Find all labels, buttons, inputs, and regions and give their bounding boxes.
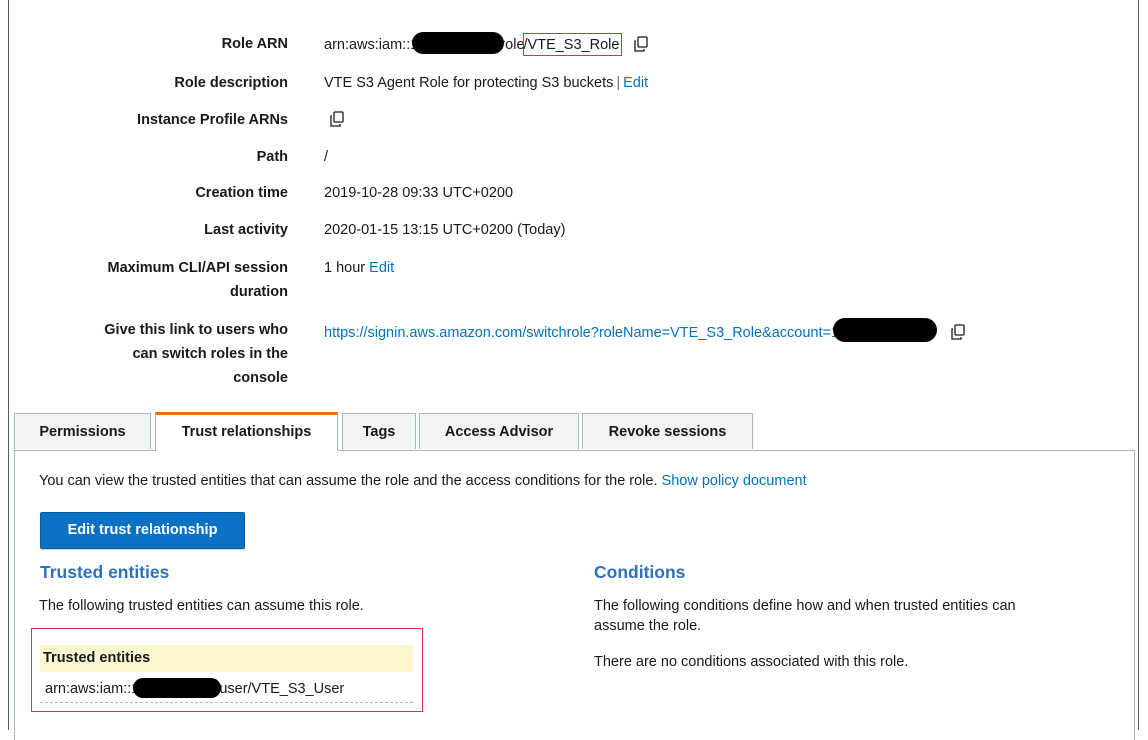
role-summary: Role ARN arn:aws:iam::1 :role/VTE_S3_Role… <box>0 0 1148 400</box>
instance-profile-value <box>324 108 346 132</box>
switch-role-value: https://signin.aws.amazon.com/switchrole… <box>324 318 967 345</box>
table-row: arn:aws:iam::1 :user/VTE_S3_User <box>40 676 413 703</box>
conditions-description-line1: The following conditions define how and … <box>594 598 1016 614</box>
trusted-entity-suffix: :user/VTE_S3_User <box>215 681 345 697</box>
copy-icon[interactable] <box>328 110 346 128</box>
role-arn-mid: :role <box>496 37 525 53</box>
separator: | <box>616 75 621 91</box>
trusted-entities-heading: Trusted entities <box>40 562 170 582</box>
conditions-none-text: There are no conditions associated with … <box>594 654 909 670</box>
max-session-duration: 1 hour <box>324 260 366 276</box>
path-label: Path <box>256 149 288 165</box>
trust-intro-text: You can view the trusted entities that c… <box>39 473 658 489</box>
path-value: / <box>324 149 329 165</box>
role-arn-prefix: arn:aws:iam::1 <box>324 37 419 53</box>
conditions-heading: Conditions <box>594 562 686 582</box>
edit-description-link[interactable]: Edit <box>623 75 648 91</box>
role-description-text: VTE S3 Agent Role for protecting S3 buck… <box>324 75 614 91</box>
creation-time-label: Creation time <box>195 185 288 201</box>
trusted-entities-description: The following trusted entities can assum… <box>39 598 364 614</box>
edit-trust-relationship-button[interactable]: Edit trust relationship <box>40 512 245 549</box>
tab-revoke-sessions[interactable]: Revoke sessions <box>582 413 753 449</box>
max-session-label-line2: duration <box>230 284 288 300</box>
instance-profile-label: Instance Profile ARNs <box>137 112 288 128</box>
role-description-value: VTE S3 Agent Role for protecting S3 buck… <box>324 71 648 95</box>
edit-session-link[interactable]: Edit <box>369 260 394 276</box>
last-activity-label: Last activity <box>204 222 288 238</box>
redaction-mark <box>833 318 938 342</box>
creation-time-value: 2019-10-28 09:33 UTC+0200 <box>324 185 514 201</box>
switch-role-label-line1: Give this link to users who <box>104 322 288 338</box>
trust-intro: You can view the trusted entities that c… <box>39 471 807 491</box>
role-arn-name: /VTE_S3_Role <box>523 37 620 53</box>
conditions-description-line2: assume the role. <box>594 618 702 634</box>
tab-access-advisor[interactable]: Access Advisor <box>419 413 579 449</box>
switch-role-label: Give this link to users who can switch r… <box>28 318 288 390</box>
max-session-value: 1 hour Edit <box>324 256 394 280</box>
switch-role-label-line3: console <box>233 370 288 386</box>
role-description-label: Role description <box>174 75 288 91</box>
redaction-mark <box>412 32 505 54</box>
role-arn-label: Role ARN <box>221 36 288 52</box>
role-arn-value: arn:aws:iam::1 :role/VTE_S3_Role <box>324 32 650 57</box>
redaction-mark <box>133 678 222 698</box>
trusted-entities-table-header: Trusted entities <box>40 645 413 672</box>
copy-icon[interactable] <box>632 35 650 53</box>
switch-role-link[interactable]: https://signin.aws.amazon.com/switchrole… <box>324 325 839 341</box>
tab-tags[interactable]: Tags <box>342 413 416 449</box>
last-activity-value: 2020-01-15 13:15 UTC+0200 (Today) <box>324 222 566 238</box>
trusted-entity-prefix: arn:aws:iam::1 <box>45 681 140 697</box>
show-policy-link[interactable]: Show policy document <box>662 473 807 489</box>
max-session-label: Maximum CLI/API session duration <box>28 256 289 304</box>
switch-role-label-line2: can switch roles in the <box>132 346 288 362</box>
conditions-description: The following conditions define how and … <box>594 596 1016 636</box>
tab-permissions[interactable]: Permissions <box>14 413 151 449</box>
tab-trust-relationships[interactable]: Trust relationships <box>155 412 338 451</box>
role-name-highlight: /VTE_S3_Role <box>522 33 623 56</box>
copy-icon[interactable] <box>949 323 967 341</box>
max-session-label-line1: Maximum CLI/API session <box>107 260 289 276</box>
